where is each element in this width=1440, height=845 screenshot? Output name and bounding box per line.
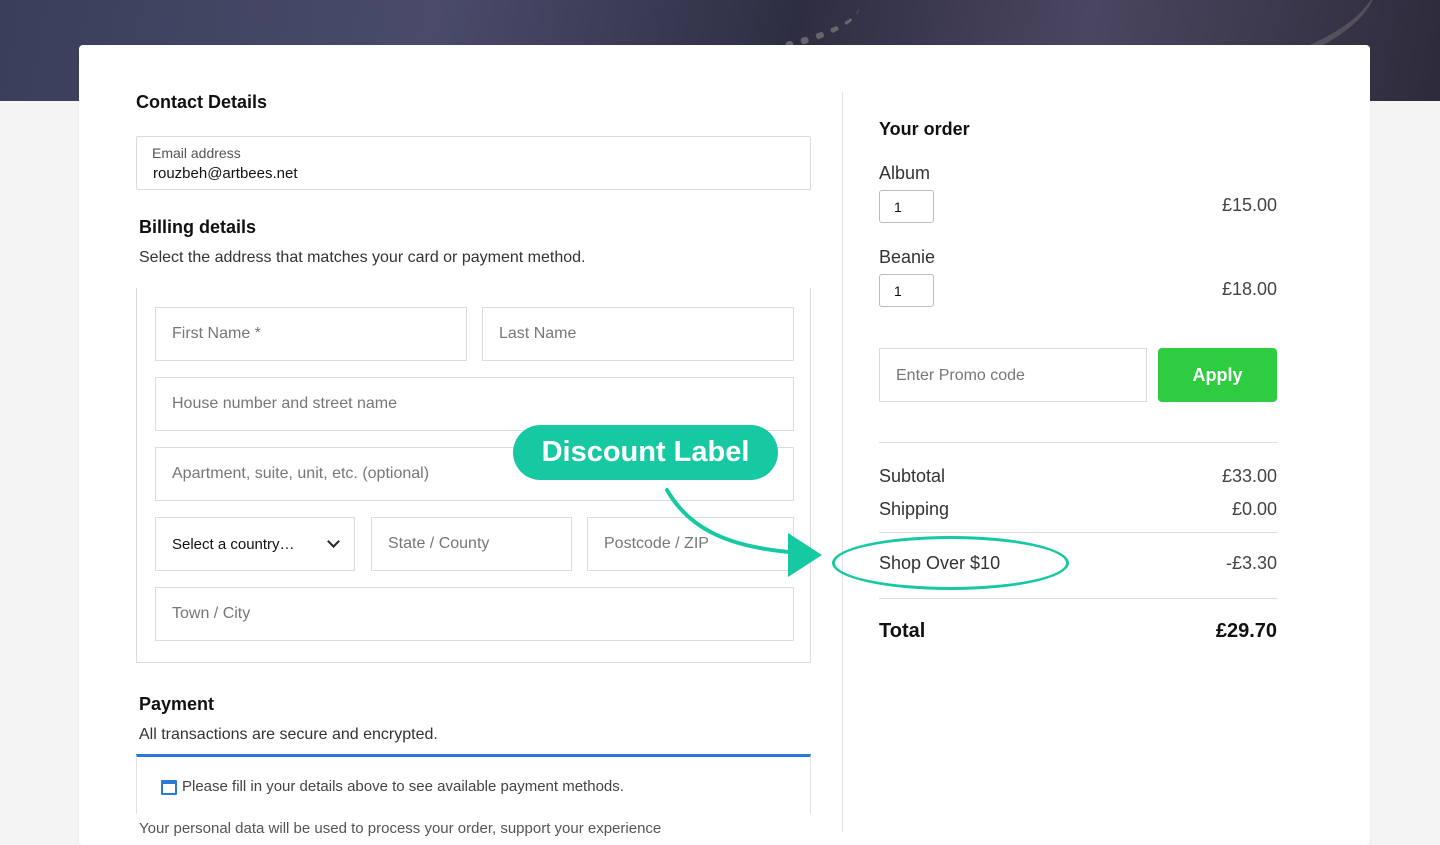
total-label: Total — [879, 620, 926, 642]
highlight-ellipse — [832, 536, 1069, 590]
country-select[interactable]: Select a country… — [155, 517, 355, 571]
order-item-name: Beanie — [879, 247, 936, 267]
promo-code-placeholder: Enter Promo code — [896, 367, 1025, 384]
quantity-input[interactable]: 1 — [879, 274, 934, 307]
email-field-label: Email address — [152, 145, 241, 161]
billing-details-subtitle: Select the address that matches your car… — [139, 249, 586, 266]
shipping-value: £0.00 — [1231, 499, 1277, 519]
summary-divider — [879, 532, 1278, 533]
total-value: £29.70 — [1215, 620, 1277, 642]
last-name-placeholder: Last Name — [499, 325, 577, 342]
subtotal-label: Subtotal — [879, 466, 946, 486]
apply-button[interactable]: Apply — [1158, 348, 1277, 402]
order-item-price: £15.00 — [1221, 195, 1277, 215]
discount-value: -£3.30 — [1225, 553, 1277, 573]
promo-code-input[interactable]: Enter Promo code — [879, 348, 1147, 402]
payment-title: Payment — [139, 694, 215, 714]
chevron-down-icon — [327, 535, 340, 548]
postcode-field[interactable]: Postcode / ZIP — [587, 517, 794, 571]
payment-methods-box: Please fill in your details above to see… — [136, 754, 811, 814]
postcode-placeholder: Postcode / ZIP — [604, 535, 709, 552]
payment-notice: Please fill in your details above to see… — [182, 778, 624, 795]
first-name-placeholder: First Name * — [172, 325, 261, 342]
city-placeholder: Town / City — [172, 605, 251, 622]
street-address-placeholder: House number and street name — [172, 395, 398, 412]
email-field[interactable]: Email address rouzbeh@artbees.net — [136, 136, 811, 190]
order-item-name: Album — [879, 163, 931, 183]
summary-divider — [879, 598, 1278, 599]
first-name-field[interactable]: First Name * — [155, 307, 467, 361]
country-select-value: Select a country… — [172, 535, 295, 553]
shipping-label: Shipping — [879, 499, 950, 519]
discount-label-callout: Discount Label — [513, 425, 778, 480]
order-item-price: £18.00 — [1221, 279, 1277, 299]
column-divider — [842, 92, 843, 832]
street-address-field[interactable]: House number and street name — [155, 377, 794, 431]
apartment-placeholder: Apartment, suite, unit, etc. (optional) — [172, 465, 430, 482]
last-name-field[interactable]: Last Name — [482, 307, 794, 361]
state-field[interactable]: State / County — [371, 517, 572, 571]
state-placeholder: State / County — [388, 535, 490, 552]
quantity-input[interactable]: 1 — [879, 190, 934, 223]
your-order-title: Your order — [879, 119, 970, 139]
browser-window-icon — [161, 780, 177, 795]
email-field-value[interactable]: rouzbeh@artbees.net — [153, 165, 298, 182]
subtotal-value: £33.00 — [1221, 466, 1277, 486]
billing-details-title: Billing details — [139, 217, 257, 237]
privacy-notice-text: Your personal data will be used to proce… — [139, 820, 662, 837]
summary-divider — [879, 442, 1278, 443]
contact-details-title: Contact Details — [136, 92, 268, 112]
payment-subtitle: All transactions are secure and encrypte… — [139, 726, 438, 743]
city-field[interactable]: Town / City — [155, 587, 794, 641]
